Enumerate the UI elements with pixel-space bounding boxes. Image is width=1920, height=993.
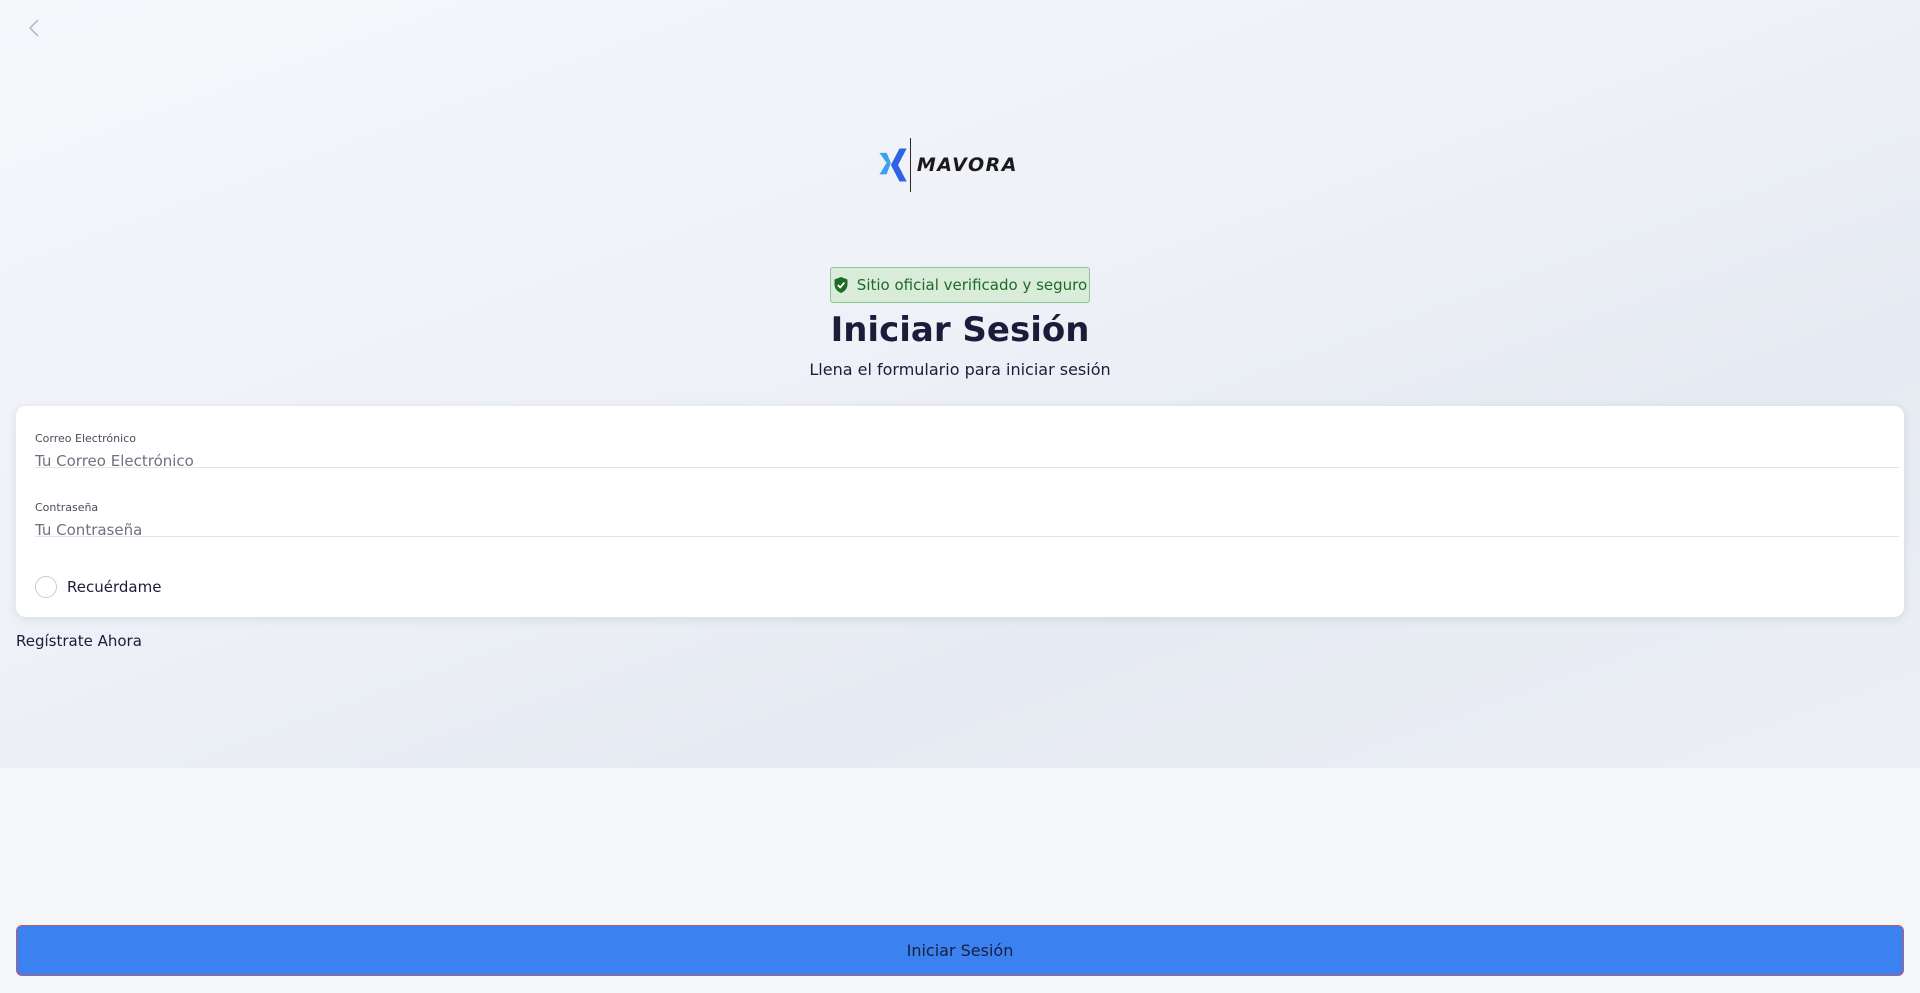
- email-input[interactable]: [35, 448, 1895, 474]
- logo-divider: [910, 138, 911, 192]
- password-input[interactable]: [35, 517, 1895, 543]
- login-button[interactable]: Iniciar Sesión: [16, 925, 1904, 976]
- password-label: Contraseña: [35, 501, 99, 514]
- chevron-left-icon: [28, 19, 39, 37]
- page-title: Iniciar Sesión: [830, 310, 1090, 350]
- brand-logo: MAVORA: [878, 136, 1018, 194]
- brand-name: MAVORA: [916, 154, 1018, 176]
- remember-me-label: Recuérdame: [67, 578, 162, 596]
- page-background: [0, 0, 1920, 768]
- shield-check-icon: [834, 277, 848, 293]
- email-field-group: Correo Electrónico: [35, 406, 1899, 474]
- remember-me-toggle[interactable]: Recuérdame: [35, 576, 161, 598]
- mavora-logo-icon: [879, 148, 907, 182]
- verified-badge: Sitio oficial verificado y seguro: [830, 267, 1090, 303]
- register-link[interactable]: Regístrate Ahora: [16, 632, 142, 650]
- email-label: Correo Electrónico: [35, 432, 136, 445]
- verified-text: Sitio oficial verificado y seguro: [856, 276, 1088, 294]
- password-field-group: Contraseña: [35, 475, 1899, 543]
- login-form-card: Correo Electrónico Contraseña Recuérdame: [16, 406, 1904, 617]
- page-subtitle: Llena el formulario para iniciar sesión: [809, 360, 1111, 379]
- remember-me-radio[interactable]: [35, 576, 57, 598]
- back-button[interactable]: [22, 14, 46, 42]
